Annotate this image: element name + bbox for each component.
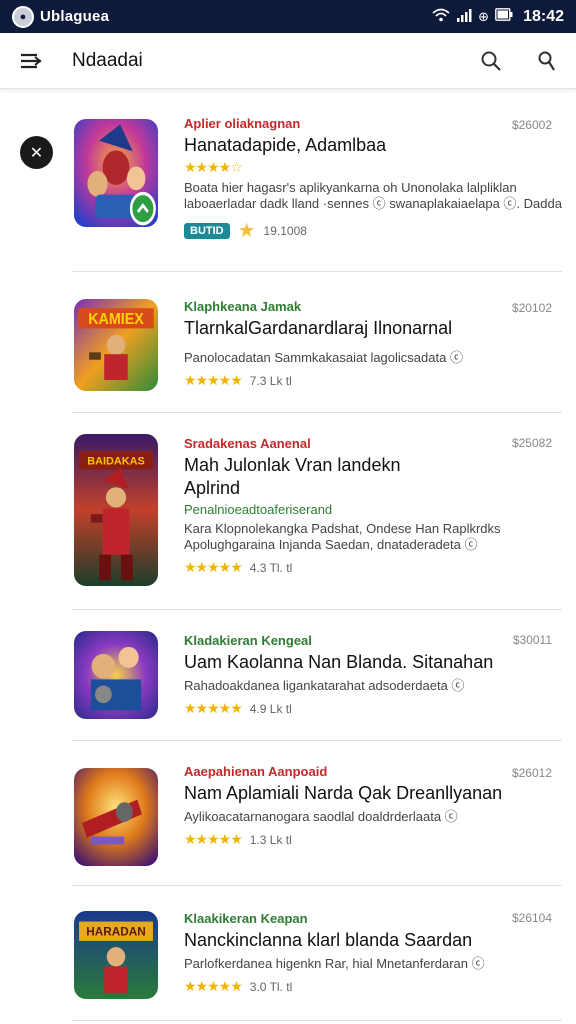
developer-name: Aaepahienan Aanpoaid: [184, 764, 328, 779]
developer-name: Sradakenas Aanenal: [184, 436, 311, 451]
rating-text: 19.1008: [263, 223, 307, 238]
status-bar-title: Ublaguea: [40, 8, 110, 25]
list-item[interactable]: KAMIEX Klaphkeana Jamak TlarnkalGardanar…: [72, 273, 562, 413]
list-item[interactable]: Aaepahienan Aanpoaid Nam Aplamiali Narda…: [72, 742, 562, 886]
app-description: Kara Klopnolekangka Padshat, Ondese Han …: [184, 521, 501, 552]
menu-icon[interactable]: [18, 48, 44, 74]
rating-text: 4.3 Tl. tl: [249, 560, 293, 575]
app-name: Mah Julonlak Vran landekn Aplrind: [184, 455, 401, 498]
wifi-icon: [432, 8, 450, 26]
developer-name: Kladakieran Kengeal: [184, 633, 312, 648]
app-icon: [74, 119, 158, 227]
app-description: Parlofkerdanea higenkn Rar, hial Mnetanf…: [184, 956, 485, 971]
developer-name: Klaakikeran Keapan: [184, 911, 308, 926]
app-name: Hanatadapide, Adamlbaa: [184, 135, 387, 155]
rating-stars: ★★★★★: [184, 559, 243, 575]
status-bar: ● Ublaguea ⊕ 18:42: [0, 0, 576, 33]
rating-row: ★★★★★ 4.9 Lk tl: [184, 700, 562, 717]
rating-text: 1.3 Lk tl: [249, 832, 292, 847]
list-item[interactable]: Kladakieran Kengeal Uam Kaolanna Nan Bla…: [72, 611, 562, 741]
app-description: Boata hier hagasr's aplikyankarna oh Uno…: [184, 180, 562, 211]
rating-text: 4.9 Lk tl: [249, 701, 292, 716]
rating-stars: ★★★★★: [184, 831, 243, 847]
app-icon: BAIDAKAS: [74, 434, 158, 586]
developer-name: Klaphkeana Jamak: [184, 299, 302, 314]
app-name: Uam Kaolanna Nan Blanda. Sitanahan: [184, 652, 494, 672]
signal-icon: [456, 8, 472, 26]
app-price: $30011: [512, 633, 552, 647]
rating-text: 7.3 Lk tl: [249, 373, 292, 388]
rating-row: ★★★★★ 3.0 Tl. tl: [184, 978, 562, 995]
rating-stars: ★★★★★: [184, 700, 243, 716]
rating-row: BUTID ★ 19.1008: [184, 218, 562, 243]
close-icon: ✕: [29, 144, 44, 162]
list-item[interactable]: BAIDAKAS Sradakenas Aanenal Mah Julonlak…: [72, 414, 562, 610]
app-price: $26002: [511, 118, 552, 132]
svg-text:KAMIEX: KAMIEX: [88, 310, 144, 328]
app-icon: KAMIEX: [74, 299, 158, 391]
app-price: $26104: [511, 911, 552, 925]
rating-stars: ★★★★★: [184, 372, 243, 388]
battery-icon: [495, 8, 513, 25]
app-subtitle: Penalnioeadtoaferiserand: [184, 502, 333, 517]
rating-text: 3.0 Tl. tl: [249, 979, 293, 994]
search-icon[interactable]: [478, 48, 504, 74]
app-description: Rahadoakdanea ligankatarahat adsoderdaet…: [184, 678, 465, 693]
data-icon: ⊕: [478, 8, 490, 24]
star-icon[interactable]: ★: [238, 218, 256, 243]
status-icons: ⊕ 18:42: [432, 8, 564, 26]
svg-text:HARADAN: HARADAN: [86, 924, 145, 938]
close-button[interactable]: ✕: [20, 136, 53, 169]
app-name: TlarnkalGardanardlaraj Ilnonarnal: [184, 318, 453, 338]
list-item[interactable]: Aplier oliaknagnan Hanatadapide, Adamlba…: [72, 90, 562, 272]
rating-stars: ★★★★☆: [184, 159, 243, 175]
app-name: Nanckinclanna klarl blanda Saardan: [184, 930, 473, 950]
app-icon: [74, 631, 158, 719]
app-icon: [74, 768, 158, 866]
app-bar: Ndaadai: [0, 33, 576, 89]
account-icon[interactable]: [532, 48, 558, 74]
clock: 18:42: [523, 7, 564, 25]
app-price: $26012: [511, 766, 552, 780]
rating-row: ★★★★★ 7.3 Lk tl: [184, 372, 562, 389]
app-name: Nam Aplamiali Narda Qak Dreanllyanan: [184, 783, 503, 803]
rating-stars: ★★★★★: [184, 978, 243, 994]
rating-row: ★★★★★ 4.3 Tl. tl: [184, 559, 562, 576]
status-badge: BUTID: [184, 222, 230, 239]
app-icon: HARADAN: [74, 911, 158, 999]
list-item[interactable]: HARADAN Klaakikeran Keapan Nanckinclanna…: [72, 887, 562, 1021]
app-price: $25082: [511, 436, 552, 450]
app-description: Aylikoacatarnanogara saodlal doaldrderla…: [184, 809, 458, 824]
app-price: $20102: [511, 301, 552, 315]
avatar[interactable]: ●: [12, 5, 34, 28]
developer-name: Aplier oliaknagnan: [184, 116, 301, 131]
svg-text:BAIDAKAS: BAIDAKAS: [87, 455, 145, 467]
page-title: Ndaadai: [72, 49, 143, 71]
rating-row: ★★★★★ 1.3 Lk tl: [184, 831, 562, 848]
app-description: Panolocadatan Sammkakasaiat lagolicsadat…: [184, 350, 463, 365]
